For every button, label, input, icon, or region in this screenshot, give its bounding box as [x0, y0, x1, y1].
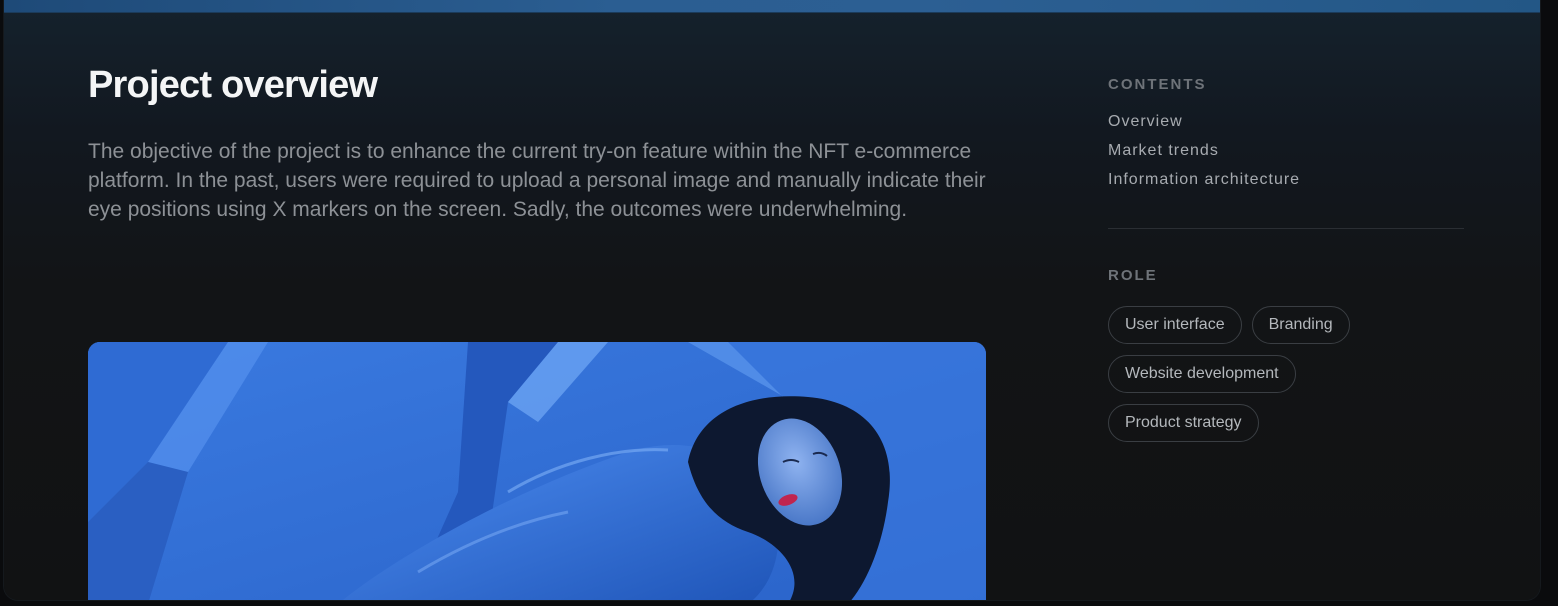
role-tag-user-interface[interactable]: User interface: [1108, 306, 1242, 344]
role-tag-website-development[interactable]: Website development: [1108, 355, 1296, 393]
hero-image: [88, 342, 986, 600]
contents-link-overview[interactable]: Overview: [1108, 107, 1464, 136]
role-tag-product-strategy[interactable]: Product strategy: [1108, 404, 1259, 442]
contents-link-market-trends[interactable]: Market trends: [1108, 136, 1464, 165]
sidebar-divider: [1108, 228, 1464, 229]
role-tags: User interface Branding Website developm…: [1108, 306, 1408, 442]
sidebar: CONTENTS Overview Market trends Informat…: [1108, 76, 1464, 442]
project-description: The objective of the project is to enhan…: [88, 140, 986, 221]
contents-link-information-architecture[interactable]: Information architecture: [1108, 165, 1464, 194]
contents-list: Overview Market trends Information archi…: [1108, 107, 1464, 194]
role-heading: ROLE: [1108, 267, 1158, 284]
role-tag-branding[interactable]: Branding: [1251, 306, 1350, 344]
project-page: Project overview The objective of the pr…: [4, 0, 1540, 600]
page-title: Project overview: [88, 64, 378, 106]
contents-heading: CONTENTS: [1108, 76, 1207, 93]
top-bar: [4, 0, 1540, 13]
